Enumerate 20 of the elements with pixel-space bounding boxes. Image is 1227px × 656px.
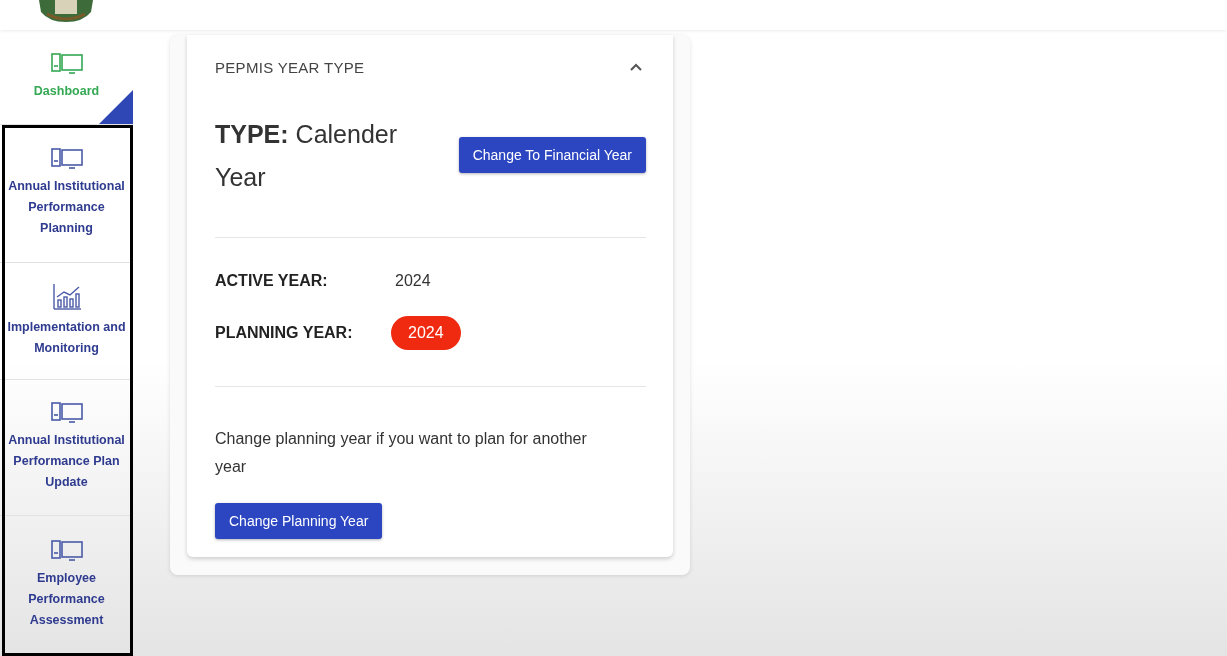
planning-year-badge: 2024	[391, 316, 461, 350]
change-financial-year-button[interactable]: Change To Financial Year	[458, 137, 646, 173]
collapse-chevron-icon[interactable]	[630, 63, 642, 71]
bar-chart-icon	[51, 283, 82, 311]
computer-icon	[50, 52, 83, 75]
active-year-value: 2024	[395, 272, 432, 290]
change-planning-year-button[interactable]: Change Planning Year	[215, 503, 383, 539]
computer-icon	[50, 148, 83, 170]
sidebar-item[interactable]: Annual Institutional Performance Planning	[0, 125, 133, 263]
sidebar-item[interactable]: Implementation and Monitoring	[0, 263, 133, 380]
computer-icon	[50, 402, 83, 424]
field-label: ACTIVE YEAR:	[215, 272, 329, 290]
field-label: PLANNING YEAR:	[215, 324, 354, 342]
hint-text: Change planning year if you want to plan for another year	[215, 429, 588, 477]
active-indicator	[99, 90, 133, 124]
panel-title: PEPMIS YEAR TYPE	[215, 58, 365, 76]
year-type-text: TYPE: Calender Year	[215, 119, 399, 193]
computer-icon	[50, 540, 83, 562]
sidebar-item[interactable]: Annual Institutional Performance Plan Update	[0, 380, 133, 516]
sidebar-item[interactable]: Employee Performance Assessment	[0, 516, 133, 656]
